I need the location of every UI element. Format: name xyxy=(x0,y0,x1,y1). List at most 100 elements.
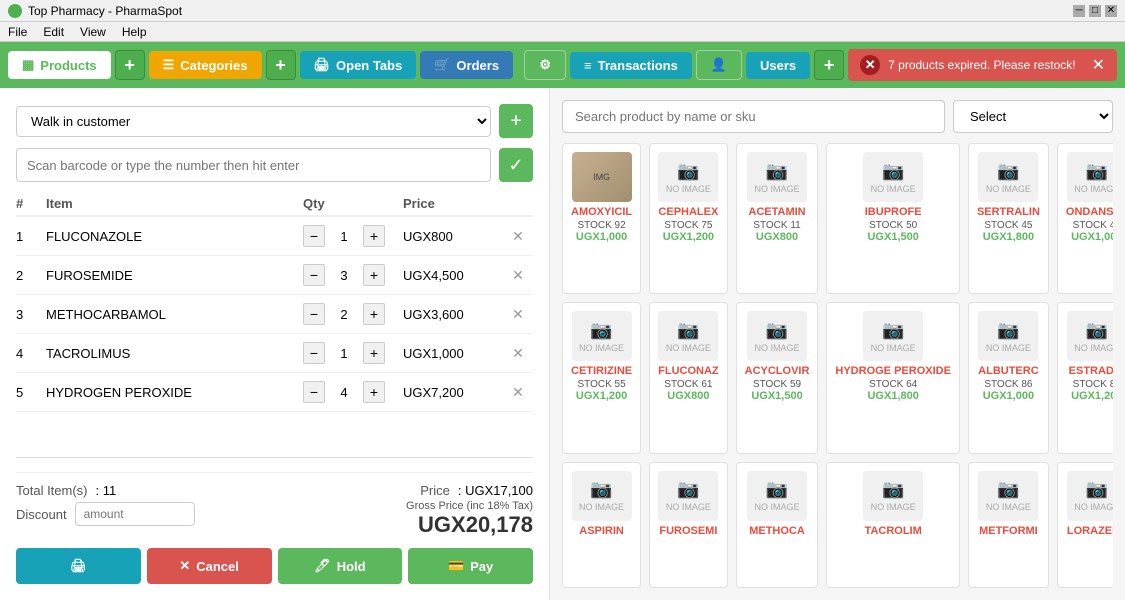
product-card[interactable]: 📷 NO IMAGE SERTRALIN STOCK 45 UGX1,800 xyxy=(968,143,1049,294)
product-card[interactable]: 📷 NO IMAGE HYDROGE PEROXIDE STOCK 64 UGX… xyxy=(826,302,960,453)
qty-increase-button[interactable]: + xyxy=(363,342,385,364)
product-image-placeholder: 📷 NO IMAGE xyxy=(658,471,718,521)
product-image-placeholder: 📷 NO IMAGE xyxy=(747,311,807,361)
orders-button[interactable]: 🛒 Orders xyxy=(420,51,513,79)
product-name: CEPHALEX xyxy=(658,206,719,218)
product-card[interactable]: 📷 NO IMAGE ASPIRIN xyxy=(562,462,641,588)
item-num: 3 xyxy=(16,307,46,322)
scan-input[interactable] xyxy=(16,148,491,182)
product-image-placeholder: 📷 NO IMAGE xyxy=(572,311,632,361)
item-name: FUROSEMIDE xyxy=(46,268,303,283)
category-select[interactable]: Select xyxy=(953,100,1113,133)
product-card[interactable]: 📷 NO IMAGE ONDANSET STOCK 40 UGX1,000 xyxy=(1057,143,1113,294)
menu-edit[interactable]: Edit xyxy=(43,25,64,39)
product-card[interactable]: 📷 NO IMAGE ACETAMIN STOCK 11 UGX800 xyxy=(736,143,819,294)
add-user-button[interactable]: + xyxy=(814,50,844,80)
maximize-button[interactable]: □ xyxy=(1089,5,1101,17)
item-price: UGX3,600 xyxy=(403,307,503,322)
remove-item-button[interactable]: ✕ xyxy=(503,384,533,401)
qty-increase-button[interactable]: + xyxy=(363,225,385,247)
orders-label: Orders xyxy=(456,58,499,73)
qty-increase-button[interactable]: + xyxy=(363,264,385,286)
product-card[interactable]: 📷 NO IMAGE FUROSEMI xyxy=(649,462,728,588)
col-price: Price xyxy=(403,196,503,211)
cart-icon: 🛒 xyxy=(434,57,450,73)
product-card[interactable]: 📷 NO IMAGE FLUCONAZ STOCK 61 UGX800 xyxy=(649,302,728,453)
discount-input[interactable] xyxy=(75,502,195,526)
print-button[interactable]: 🖨 xyxy=(16,548,141,584)
menu-view[interactable]: View xyxy=(80,25,106,39)
product-stock: STOCK 61 xyxy=(658,379,719,390)
product-card[interactable]: 📷 NO IMAGE LORAZEPA xyxy=(1057,462,1113,588)
product-card[interactable]: 📷 NO IMAGE ALBUTERC STOCK 86 UGX1,000 xyxy=(968,302,1049,453)
alert-close-button[interactable]: ✕ xyxy=(1092,55,1105,75)
add-category-button[interactable]: + xyxy=(266,50,296,80)
close-button[interactable]: ✕ xyxy=(1105,5,1117,17)
qty-increase-button[interactable]: + xyxy=(363,303,385,325)
products-button[interactable]: ▦ Products xyxy=(8,51,111,79)
camera-icon: 📷 xyxy=(997,161,1019,182)
product-stock: STOCK 64 xyxy=(835,379,951,390)
pay-label: Pay xyxy=(470,559,493,574)
qty-decrease-button[interactable]: − xyxy=(303,303,325,325)
window-controls[interactable]: ─ □ ✕ xyxy=(1073,5,1117,17)
transactions-button[interactable]: ≡ Transactions xyxy=(570,52,692,79)
minimize-button[interactable]: ─ xyxy=(1073,5,1085,17)
product-card[interactable]: 📷 NO IMAGE CEPHALEX STOCK 75 UGX1,200 xyxy=(649,143,728,294)
product-card[interactable]: IMG AMOXYICIL STOCK 92 UGX1,000 xyxy=(562,143,641,294)
price-label: Price xyxy=(420,483,450,498)
cancel-button[interactable]: ✕ Cancel xyxy=(147,548,272,584)
menu-file[interactable]: File xyxy=(8,25,27,39)
item-num: 1 xyxy=(16,229,46,244)
item-price: UGX4,500 xyxy=(403,268,503,283)
qty-decrease-button[interactable]: − xyxy=(303,342,325,364)
qty-decrease-button[interactable]: − xyxy=(303,381,325,403)
remove-item-button[interactable]: ✕ xyxy=(503,306,533,323)
users-button[interactable]: Users xyxy=(746,52,810,79)
categories-button[interactable]: ☰ Categories xyxy=(149,51,262,79)
product-card[interactable]: 📷 NO IMAGE CETIRIZINE STOCK 55 UGX1,200 xyxy=(562,302,641,453)
qty-decrease-button[interactable]: − xyxy=(303,264,325,286)
pay-button[interactable]: 💳 Pay xyxy=(408,548,533,584)
product-price: UGX1,000 xyxy=(571,231,632,243)
search-row: Select xyxy=(562,100,1113,133)
remove-item-button[interactable]: ✕ xyxy=(503,345,533,362)
remove-item-button[interactable]: ✕ xyxy=(503,267,533,284)
customer-select[interactable]: Walk in customer xyxy=(16,106,491,137)
product-card[interactable]: 📷 NO IMAGE TACROLIM xyxy=(826,462,960,588)
camera-icon: 📷 xyxy=(590,479,612,500)
product-image-placeholder: 📷 NO IMAGE xyxy=(658,152,718,202)
qty-increase-button[interactable]: + xyxy=(363,381,385,403)
product-card[interactable]: 📷 NO IMAGE ESTRADIC STOCK 80 UGX1,200 xyxy=(1057,302,1113,453)
qty-value: 3 xyxy=(329,268,359,283)
product-image-placeholder: 📷 NO IMAGE xyxy=(1067,471,1113,521)
remove-item-button[interactable]: ✕ xyxy=(503,228,533,245)
product-name: HYDROGE PEROXIDE xyxy=(835,365,951,377)
qty-decrease-button[interactable]: − xyxy=(303,225,325,247)
add-customer-button[interactable]: + xyxy=(499,104,533,138)
hold-button[interactable]: 🖊 Hold xyxy=(278,548,403,584)
scan-confirm-button[interactable]: ✓ xyxy=(499,148,533,182)
settings-button[interactable]: ⚙ xyxy=(524,50,566,80)
top-nav: ▦ Products + ☰ Categories + 🖨 Open Tabs … xyxy=(0,42,1125,88)
product-stock: STOCK 86 xyxy=(977,379,1040,390)
product-search-input[interactable] xyxy=(562,100,945,133)
alert-text: 7 products expired. Please restock! xyxy=(888,58,1075,72)
product-image-placeholder: 📷 NO IMAGE xyxy=(863,311,923,361)
product-card[interactable]: 📷 NO IMAGE IBUPROFE STOCK 50 UGX1,500 xyxy=(826,143,960,294)
product-card[interactable]: 📷 NO IMAGE ACYCLOVIR STOCK 59 UGX1,500 xyxy=(736,302,819,453)
add-product-button[interactable]: + xyxy=(115,50,145,80)
menu-help[interactable]: Help xyxy=(122,25,147,39)
col-item: Item xyxy=(46,196,303,211)
product-card[interactable]: 📷 NO IMAGE METHOCA xyxy=(736,462,819,588)
customer-row: Walk in customer + xyxy=(16,104,533,138)
table-row: 4 TACROLIMUS − 1 + UGX1,000 ✕ xyxy=(16,334,533,373)
product-stock: STOCK 40 xyxy=(1066,220,1113,231)
product-name: CETIRIZINE xyxy=(571,365,632,377)
user-icon-button[interactable]: 👤 xyxy=(696,50,742,80)
product-card[interactable]: 📷 NO IMAGE METFORMI xyxy=(968,462,1049,588)
open-tabs-button[interactable]: 🖨 Open Tabs xyxy=(300,51,417,79)
alert-box: ✕ 7 products expired. Please restock! ✕ xyxy=(848,49,1117,81)
qty-control: − 3 + xyxy=(303,264,403,286)
qty-value: 1 xyxy=(329,346,359,361)
